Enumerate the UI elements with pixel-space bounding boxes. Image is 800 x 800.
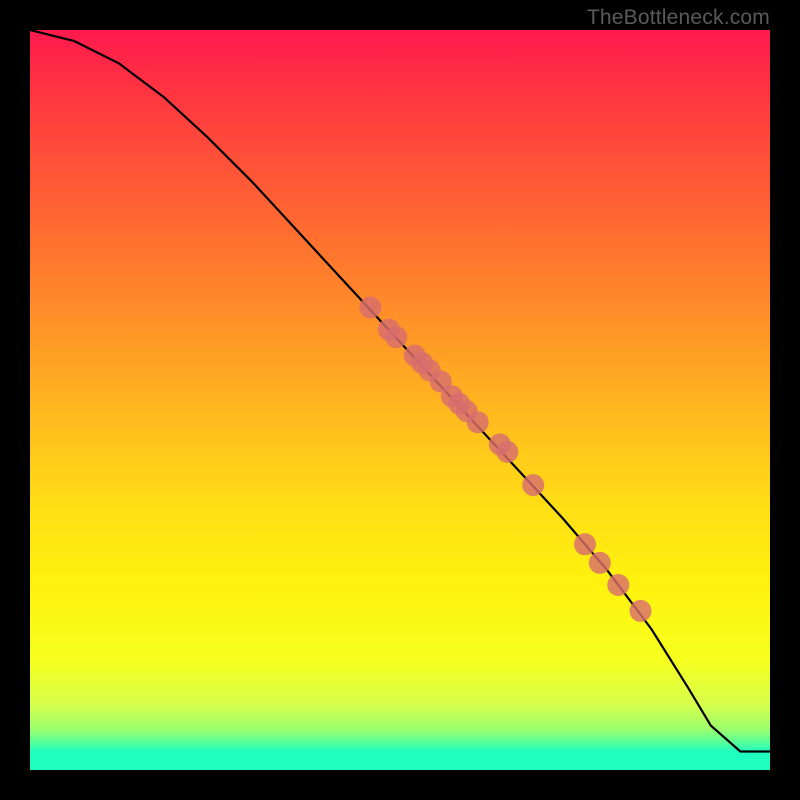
main-curve <box>30 30 770 752</box>
chart-frame: TheBottleneck.com <box>0 0 800 800</box>
data-marker <box>607 574 629 596</box>
data-marker <box>359 297 381 319</box>
plot-area <box>30 30 770 770</box>
data-marker <box>522 474 544 496</box>
plot-svg <box>30 30 770 770</box>
curve-layer <box>30 30 770 752</box>
data-marker <box>589 552 611 574</box>
data-marker <box>630 600 652 622</box>
data-marker <box>496 441 518 463</box>
data-marker <box>574 533 596 555</box>
marker-layer <box>359 297 651 622</box>
data-marker <box>385 326 407 348</box>
watermark-text: TheBottleneck.com <box>587 6 770 30</box>
data-marker <box>467 411 489 433</box>
